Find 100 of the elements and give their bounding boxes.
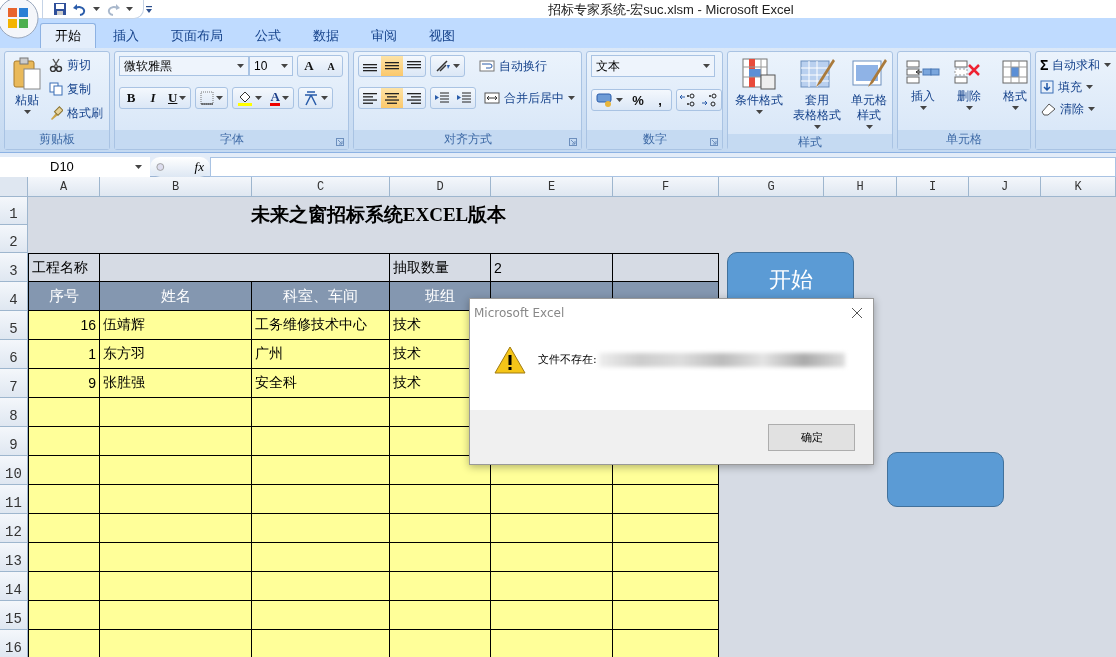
column-header[interactable]: E [491, 177, 613, 197]
format-cells-button[interactable]: 格式 [994, 55, 1036, 112]
row-header[interactable]: 12 [0, 514, 28, 543]
table-cell: 9 [28, 369, 100, 398]
copy-button[interactable]: 复制 [49, 79, 103, 99]
insert-cells-button[interactable]: 插入 [902, 55, 944, 112]
column-header-cell: 科室、车间 [252, 282, 390, 311]
column-header[interactable]: B [100, 177, 252, 197]
formula-field[interactable] [210, 156, 1116, 177]
column-header-cell: 姓名 [100, 282, 252, 311]
decimal-arrow-icon [679, 92, 697, 108]
ribbon-tab[interactable]: 插入 [98, 23, 154, 48]
warning-icon [494, 344, 526, 375]
group-label: 剪贴板 [5, 130, 109, 149]
caret-icon [919, 106, 927, 110]
column-header[interactable]: J [969, 177, 1041, 197]
merge-center-button[interactable]: 合并后居中 [484, 88, 575, 108]
wrap-text-button[interactable]: 自动换行 [479, 56, 547, 76]
column-header[interactable]: H [824, 177, 897, 197]
row-header[interactable]: 10 [0, 456, 28, 485]
merge-cells-icon [484, 91, 500, 105]
paste-button[interactable]: 粘贴 [9, 55, 45, 116]
row-header[interactable]: 9 [0, 427, 28, 456]
column-header[interactable]: D [390, 177, 491, 197]
shrink-font-button[interactable]: A [320, 56, 342, 76]
sheet-title: 未来之窗招标系统EXCEL版本 [249, 203, 508, 227]
ribbon-tab[interactable]: 公式 [240, 23, 296, 48]
launcher-icon [710, 138, 718, 146]
horizontal-align-button[interactable] [381, 88, 403, 108]
styles-button[interactable]: 条件格式 [732, 55, 786, 116]
ribbon-tab[interactable]: 开始 [40, 23, 96, 48]
ribbon-tab[interactable]: 审阅 [356, 23, 412, 48]
row-header[interactable]: 15 [0, 601, 28, 630]
row-header[interactable]: 1 [0, 197, 28, 225]
column-header[interactable]: F [613, 177, 719, 197]
underline-button[interactable]: U [164, 88, 191, 108]
clipboard-icon [12, 57, 42, 91]
table-brush-icon [799, 57, 835, 91]
row-header[interactable]: 14 [0, 572, 28, 601]
column-header[interactable]: C [252, 177, 390, 197]
ok-button[interactable]: 确定 [768, 423, 855, 451]
styles-button[interactable]: 套用 表格格式 [790, 55, 844, 131]
launcher-icon [569, 138, 577, 146]
format-painter-button[interactable]: 格式刷 [49, 103, 103, 123]
column-header[interactable]: K [1041, 177, 1116, 197]
italic-button[interactable]: I [142, 88, 164, 108]
caret-icon [320, 96, 328, 100]
row-header[interactable]: 5 [0, 311, 28, 340]
insert-function-button[interactable]: fx [150, 156, 210, 177]
column-header[interactable]: G [719, 177, 824, 197]
comma-button[interactable]: , [649, 90, 671, 110]
number-format-field[interactable]: 文本 [591, 55, 715, 77]
borders-icon [200, 91, 215, 105]
column-header[interactable]: A [28, 177, 100, 197]
grow-font-button[interactable]: A [298, 56, 320, 76]
column-header-cell: 序号 [28, 282, 100, 311]
fill-down-icon [1040, 80, 1054, 94]
row-header[interactable]: 2 [0, 225, 28, 253]
table-cell: 工程名称 [28, 253, 100, 282]
name-box[interactable]: D10 [0, 156, 150, 177]
table-cell [28, 630, 100, 657]
table-cell [28, 543, 100, 572]
ribbon-tab[interactable]: 视图 [414, 23, 470, 48]
align-lines-icon [407, 92, 421, 104]
font-name-field[interactable]: 微软雅黑 [119, 56, 249, 76]
vertical-align-button[interactable] [381, 56, 403, 76]
row-header[interactable]: 8 [0, 398, 28, 427]
brush-icon [49, 106, 63, 120]
caret-icon [281, 96, 289, 100]
column-header[interactable]: I [897, 177, 969, 197]
ribbon-tab[interactable]: 页面布局 [156, 23, 238, 48]
close-icon [851, 307, 863, 319]
decimal-arrow-icon [701, 92, 719, 108]
caret-icon [453, 64, 460, 68]
font-color-button[interactable]: A [266, 88, 293, 108]
row-header[interactable]: 16 [0, 630, 28, 657]
row-header[interactable]: 13 [0, 543, 28, 572]
fill-button[interactable]: 填充 [1040, 77, 1112, 97]
caret-icon [23, 110, 31, 114]
clear-button[interactable]: 清除 [1040, 99, 1112, 119]
ribbon-tab[interactable]: 数据 [298, 23, 354, 48]
row-header[interactable]: 4 [0, 282, 28, 311]
row-header[interactable]: 6 [0, 340, 28, 369]
caret-icon [1104, 63, 1112, 67]
delete-cells-button[interactable]: 删除 [948, 55, 990, 112]
autosum-button[interactable]: Σ 自动求和 [1040, 55, 1112, 75]
cut-button[interactable]: 剪切 [49, 55, 103, 75]
table-cell [28, 601, 100, 630]
font-size-field[interactable]: 10 [249, 56, 293, 76]
row-header[interactable]: 7 [0, 369, 28, 398]
customize-toolbar-icon [144, 4, 154, 14]
bold-button[interactable]: B [120, 88, 142, 108]
group-label: 数字 [587, 130, 722, 149]
styles-button[interactable]: 单元格 样式 [848, 55, 890, 131]
money-icon [596, 92, 614, 108]
group-label: 字体 [115, 130, 348, 149]
row-header[interactable]: 3 [0, 253, 28, 282]
align-lines-icon [407, 60, 421, 69]
percent-button[interactable]: % [627, 90, 649, 110]
row-header[interactable]: 11 [0, 485, 28, 514]
